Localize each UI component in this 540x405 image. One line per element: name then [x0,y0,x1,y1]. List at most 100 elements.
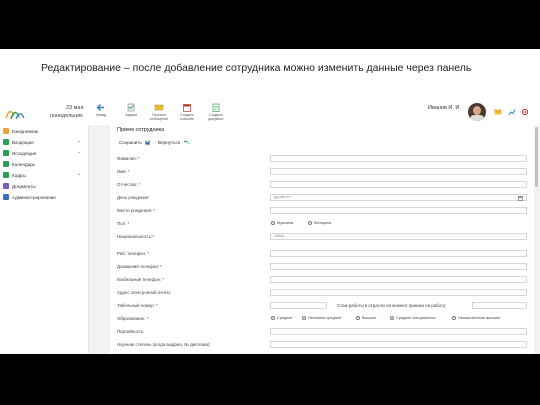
radio-circle-icon [390,315,394,320]
birthdate-placeholder: дд.мм.гггг [274,195,292,199]
form-title: Прием сотрудника [117,127,165,133]
mobile-phone-field[interactable] [270,276,527,283]
experience-label: Стаж работы в отрасли на момент приема н… [337,303,447,308]
sidebar-item-label: Календарь [12,161,36,167]
sidebar-item-diary[interactable]: Ежедневник [3,127,85,136]
toolbar-label: Назад [95,113,107,117]
radio-label: Среднее [277,315,293,320]
name-field[interactable] [270,168,527,175]
return-arrow-icon [183,140,189,144]
toolbar-label: Послать сообщение [149,113,169,121]
nationality-select[interactable]: Узбек [270,233,527,240]
create-event-toolbar-button[interactable]: Создать событие [174,103,200,121]
sidebar-item-admin[interactable]: Администрирование [3,193,85,202]
patronymic-label: Отчество: * [117,182,141,187]
scrollbar-thumb[interactable] [535,127,538,187]
nationality-value: Узбек [274,234,284,238]
work-phone-label: Раб. телефон: * [117,251,150,256]
radio-circle-icon [308,220,312,225]
admin-icon [3,194,9,200]
calendar-picker-icon[interactable] [518,195,523,201]
patronymic-field[interactable] [270,181,527,188]
edu-option-radio[interactable]: Среднее специальное [390,315,436,320]
home-phone-field[interactable] [270,263,527,270]
app-window: 23 мая понедельник Назад Задачи Послать … [0,100,540,354]
sidebar-item-inbox[interactable]: Входящие ⌄ [3,138,85,147]
email-label: Адрес электронной почты: [117,290,172,295]
experience-field[interactable] [472,302,527,309]
tasks-icon [127,103,135,112]
radio-circle-icon [271,220,275,225]
tab-number-field[interactable] [270,302,327,309]
return-button-label: Вернуться [158,140,181,145]
sidebar-item-outbox[interactable]: Исходящие ⌄ [3,149,85,158]
surname-field[interactable] [270,155,527,162]
sidebar-item-calendar[interactable]: Календарь [3,160,85,169]
radio-circle-icon [452,315,456,320]
sidebar-item-label: Кадры [12,172,26,178]
create-document-toolbar-button[interactable]: Создать документ [203,103,229,121]
sidebar-item-label: Входящие [12,139,34,145]
tasks-toolbar-button[interactable]: Задачи [118,103,144,117]
edu-option-radio[interactable]: Неполное среднее [302,315,342,320]
slide-caption: Редактирование – после добавление сотруд… [41,62,472,74]
outbox-icon [3,150,9,156]
scrollbar[interactable] [534,125,539,354]
radio-circle-icon [302,315,306,320]
email-field[interactable] [270,289,527,296]
user-name: Иванов И. И. [428,105,461,111]
current-weekday: понедельник [50,113,83,119]
sidebar: Ежедневник Входящие ⌄ Исходящие ⌄ Календ… [0,125,89,354]
back-toolbar-button[interactable]: Назад [88,103,114,117]
birthplace-field[interactable] [270,207,527,214]
party-label: Партийность: [117,329,145,334]
tab-number-label: Табельный номер: * [117,303,158,308]
edu-option-radio[interactable]: Незаконченное высшее [452,315,500,320]
diary-icon [3,128,9,134]
work-phone-field[interactable] [270,250,527,257]
hire-employee-form: Прием сотрудника Сохранить Вернуться Фам… [110,125,534,354]
edu-option-radio[interactable]: Высшее [356,315,377,320]
home-phone-label: Домашний телефон: * [117,264,162,269]
send-message-toolbar-button[interactable]: Послать сообщение [146,103,172,121]
sidebar-item-label: Ежедневник [12,128,38,134]
mail-icon[interactable] [494,108,502,116]
edu-option-radio[interactable]: Среднее [271,315,293,320]
chevron-down-icon[interactable]: ⌄ [77,171,81,177]
calendar-icon [183,104,191,112]
degree-label: Научная степень (когда выдана, № диплома… [117,342,211,347]
radio-label: Среднее специальное [396,315,436,320]
party-field[interactable] [270,328,527,335]
save-button-label: Сохранить [119,140,142,145]
messages-icon [154,104,164,111]
documents-icon [3,183,9,189]
floppy-disk-icon [145,140,150,145]
settings-icon[interactable] [521,108,529,116]
inbox-icon [3,139,9,145]
gender-label: Пол: * [117,221,130,226]
toolbar-label: Создать документ [208,113,224,121]
birthplace-label: Место рождения: * [117,208,156,213]
chevron-down-icon[interactable]: ⌄ [77,138,81,144]
chart-icon[interactable] [508,108,516,116]
sidebar-item-label: Администрирование [12,194,56,200]
degree-field[interactable] [270,341,527,348]
return-button[interactable]: Вернуться [158,140,189,145]
save-button[interactable]: Сохранить [119,140,150,145]
back-arrow-icon [96,104,104,111]
nationality-label: Национальность:* [117,234,155,239]
radio-label: Неполное среднее [308,315,342,320]
gender-male-radio[interactable]: Мужчина [271,220,293,225]
main-content: Прием сотрудника Сохранить Вернуться Фам… [89,125,540,354]
birthdate-label: День рождения: [117,195,150,200]
birthdate-field[interactable]: дд.мм.гггг [270,194,527,201]
sidebar-item-label: Исходящие [12,150,37,156]
gender-female-radio[interactable]: Женщина [308,220,331,225]
sidebar-item-staff[interactable]: Кадры ⌄ [3,171,85,180]
radio-label: Высшее [362,315,377,320]
chevron-down-icon[interactable]: ⌄ [77,149,81,155]
sidebar-item-documents[interactable]: Документы [3,182,85,191]
radio-label: Мужчина [277,220,293,225]
avatar[interactable] [468,103,486,121]
document-icon [212,103,220,112]
